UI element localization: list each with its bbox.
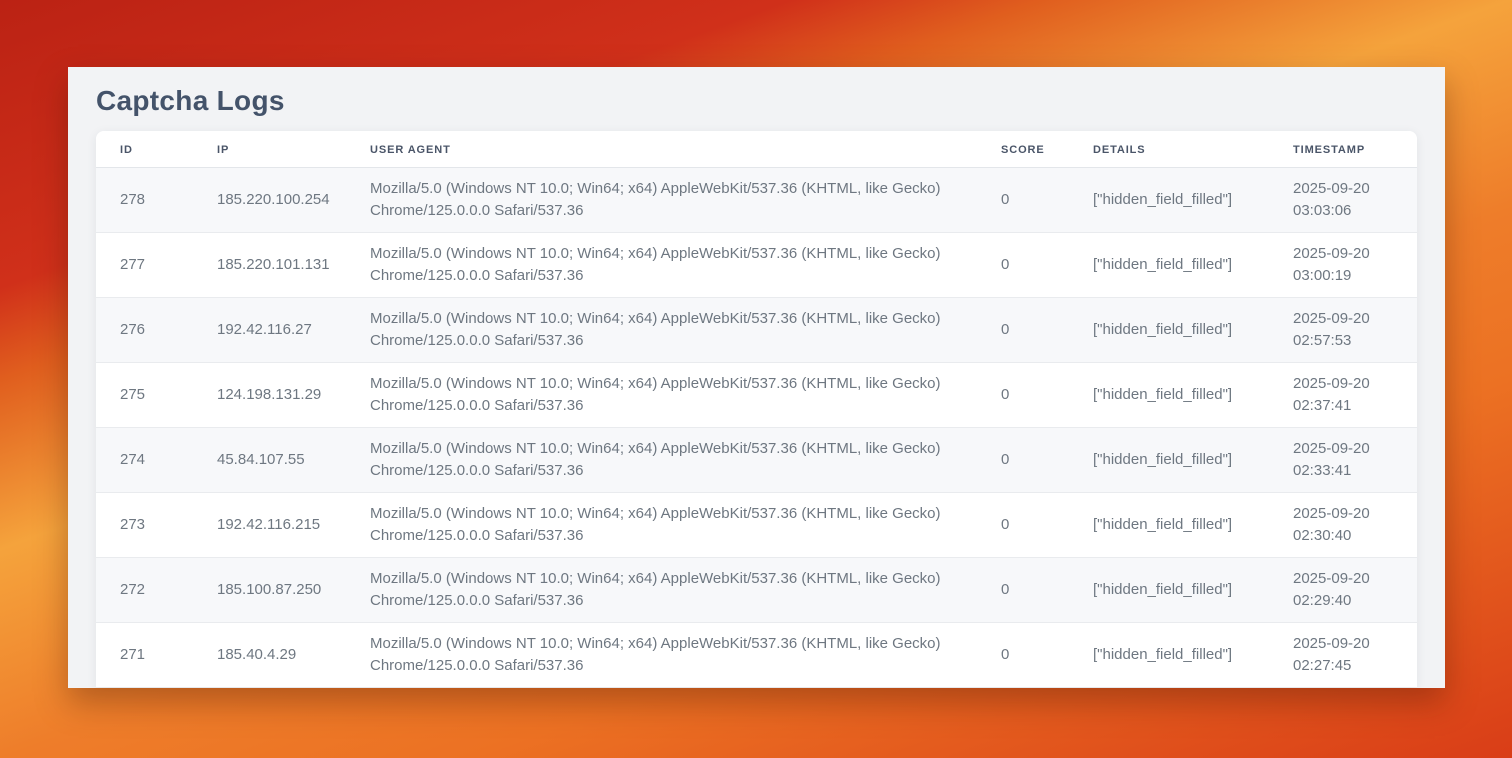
page-title: Captcha Logs: [68, 67, 1445, 131]
cell-user_agent: Mozilla/5.0 (Windows NT 10.0; Win64; x64…: [346, 428, 977, 493]
cell-score: 0: [977, 493, 1069, 558]
column-header-timestamp: TIMESTAMP: [1269, 131, 1417, 168]
cell-id: 274: [96, 428, 193, 493]
cell-user_agent: Mozilla/5.0 (Windows NT 10.0; Win64; x64…: [346, 363, 977, 428]
table-body: 278185.220.100.254Mozilla/5.0 (Windows N…: [96, 168, 1417, 688]
cell-details: ["hidden_field_filled"]: [1069, 363, 1269, 428]
cell-score: 0: [977, 168, 1069, 233]
cell-timestamp: 2025-09-20 02:33:41: [1269, 428, 1417, 493]
logs-table-container: IDIPUSER AGENTSCOREDETAILSTIMESTAMP 2781…: [96, 131, 1417, 687]
cell-user_agent: Mozilla/5.0 (Windows NT 10.0; Win64; x64…: [346, 558, 977, 623]
table-row: 278185.220.100.254Mozilla/5.0 (Windows N…: [96, 168, 1417, 233]
cell-ip: 185.220.100.254: [193, 168, 346, 233]
cell-timestamp: 2025-09-20 02:27:45: [1269, 623, 1417, 688]
cell-id: 272: [96, 558, 193, 623]
table-row: 273192.42.116.215Mozilla/5.0 (Windows NT…: [96, 493, 1417, 558]
cell-ip: 124.198.131.29: [193, 363, 346, 428]
cell-id: 278: [96, 168, 193, 233]
table-header-row: IDIPUSER AGENTSCOREDETAILSTIMESTAMP: [96, 131, 1417, 168]
cell-user_agent: Mozilla/5.0 (Windows NT 10.0; Win64; x64…: [346, 623, 977, 688]
column-header-score: SCORE: [977, 131, 1069, 168]
cell-user_agent: Mozilla/5.0 (Windows NT 10.0; Win64; x64…: [346, 168, 977, 233]
cell-score: 0: [977, 233, 1069, 298]
cell-ip: 185.220.101.131: [193, 233, 346, 298]
column-header-id: ID: [96, 131, 193, 168]
cell-details: ["hidden_field_filled"]: [1069, 493, 1269, 558]
cell-details: ["hidden_field_filled"]: [1069, 168, 1269, 233]
cell-details: ["hidden_field_filled"]: [1069, 298, 1269, 363]
column-header-user_agent: USER AGENT: [346, 131, 977, 168]
cell-id: 276: [96, 298, 193, 363]
captcha-logs-table: IDIPUSER AGENTSCOREDETAILSTIMESTAMP 2781…: [96, 131, 1417, 687]
cell-ip: 185.100.87.250: [193, 558, 346, 623]
column-header-details: DETAILS: [1069, 131, 1269, 168]
column-header-ip: IP: [193, 131, 346, 168]
cell-timestamp: 2025-09-20 02:57:53: [1269, 298, 1417, 363]
table-row: 276192.42.116.27Mozilla/5.0 (Windows NT …: [96, 298, 1417, 363]
cell-timestamp: 2025-09-20 02:37:41: [1269, 363, 1417, 428]
cell-ip: 185.40.4.29: [193, 623, 346, 688]
cell-ip: 192.42.116.215: [193, 493, 346, 558]
captcha-logs-card: Captcha Logs IDIPUSER AGENTSCOREDETAILST…: [68, 67, 1445, 688]
table-row: 275124.198.131.29Mozilla/5.0 (Windows NT…: [96, 363, 1417, 428]
table-row: 277185.220.101.131Mozilla/5.0 (Windows N…: [96, 233, 1417, 298]
cell-timestamp: 2025-09-20 02:29:40: [1269, 558, 1417, 623]
table-row: 27445.84.107.55Mozilla/5.0 (Windows NT 1…: [96, 428, 1417, 493]
cell-score: 0: [977, 623, 1069, 688]
cell-timestamp: 2025-09-20 03:03:06: [1269, 168, 1417, 233]
cell-user_agent: Mozilla/5.0 (Windows NT 10.0; Win64; x64…: [346, 493, 977, 558]
cell-id: 273: [96, 493, 193, 558]
cell-ip: 45.84.107.55: [193, 428, 346, 493]
table-row: 272185.100.87.250Mozilla/5.0 (Windows NT…: [96, 558, 1417, 623]
table-header: IDIPUSER AGENTSCOREDETAILSTIMESTAMP: [96, 131, 1417, 168]
cell-details: ["hidden_field_filled"]: [1069, 428, 1269, 493]
cell-timestamp: 2025-09-20 02:30:40: [1269, 493, 1417, 558]
cell-user_agent: Mozilla/5.0 (Windows NT 10.0; Win64; x64…: [346, 298, 977, 363]
cell-id: 271: [96, 623, 193, 688]
cell-score: 0: [977, 428, 1069, 493]
cell-user_agent: Mozilla/5.0 (Windows NT 10.0; Win64; x64…: [346, 233, 977, 298]
cell-score: 0: [977, 558, 1069, 623]
cell-score: 0: [977, 363, 1069, 428]
cell-timestamp: 2025-09-20 03:00:19: [1269, 233, 1417, 298]
cell-id: 275: [96, 363, 193, 428]
cell-id: 277: [96, 233, 193, 298]
cell-ip: 192.42.116.27: [193, 298, 346, 363]
cell-details: ["hidden_field_filled"]: [1069, 623, 1269, 688]
cell-details: ["hidden_field_filled"]: [1069, 233, 1269, 298]
cell-score: 0: [977, 298, 1069, 363]
cell-details: ["hidden_field_filled"]: [1069, 558, 1269, 623]
table-row: 271185.40.4.29Mozilla/5.0 (Windows NT 10…: [96, 623, 1417, 688]
